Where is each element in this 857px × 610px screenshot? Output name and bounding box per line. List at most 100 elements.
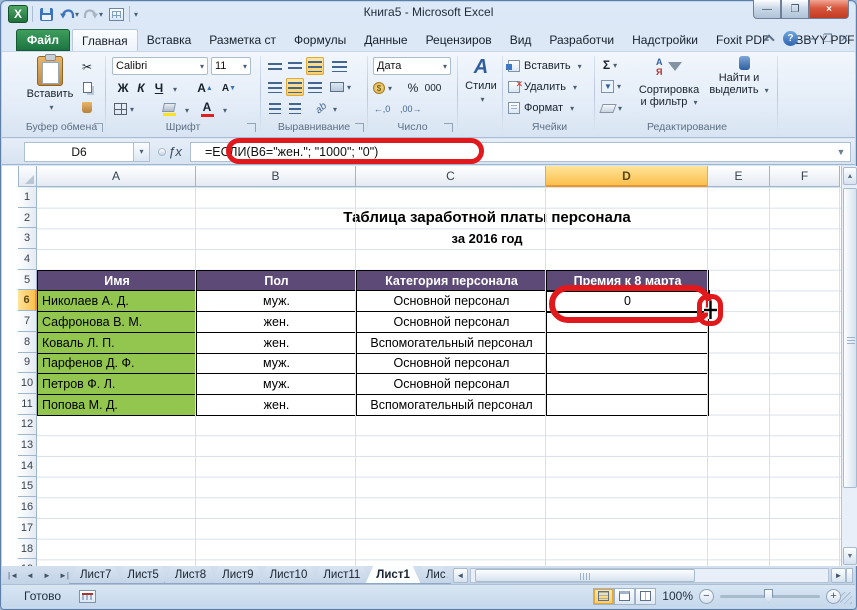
- first-sheet-icon[interactable]: |◄: [5, 568, 21, 583]
- sheet-tab-Лист8[interactable]: Лист8: [164, 566, 217, 584]
- horizontal-scrollbar[interactable]: ◄ ►: [453, 566, 855, 584]
- font-size-select[interactable]: 11▾: [211, 57, 251, 75]
- sheet-tab-Лист1[interactable]: Лист1: [365, 566, 421, 584]
- autosum-button[interactable]: Σ▾: [601, 56, 619, 74]
- page-layout-view-button[interactable]: [614, 588, 635, 605]
- minimize-button[interactable]: —: [753, 0, 781, 19]
- align-top-button[interactable]: [266, 57, 284, 75]
- align-right-button[interactable]: [306, 78, 324, 96]
- clipboard-dialog-launcher-icon[interactable]: [94, 123, 103, 132]
- alignment-dialog-launcher-icon[interactable]: [355, 123, 364, 132]
- find-select-button[interactable]: Найти ивыделить ▾: [707, 56, 771, 97]
- row-header-16[interactable]: 16: [18, 497, 37, 518]
- restore-button[interactable]: ❐: [781, 0, 809, 19]
- paste-dropdown-icon[interactable]: ▾: [49, 102, 53, 114]
- tab-1[interactable]: Главная: [72, 29, 138, 51]
- cell-name-row6[interactable]: Николаев А. Д.: [38, 291, 197, 312]
- row-header-5[interactable]: 5: [18, 270, 37, 291]
- cell-gender-row11[interactable]: жен.: [197, 395, 357, 416]
- align-bottom-button[interactable]: [306, 57, 324, 75]
- tab-6[interactable]: Рецензиров: [417, 29, 501, 51]
- tab-8[interactable]: Разработчи: [540, 29, 623, 51]
- cell-name-row9[interactable]: Парфенов Д. Ф.: [38, 354, 197, 375]
- cell-gender-row6[interactable]: муж.: [197, 291, 357, 312]
- workbook-close-icon[interactable]: ✕: [840, 32, 849, 45]
- cell-category-row6[interactable]: Основной персонал: [357, 291, 547, 312]
- cell-bonus-row7[interactable]: [547, 312, 709, 333]
- font-family-select[interactable]: Calibri▾: [112, 57, 208, 75]
- cell-name-row7[interactable]: Сафронова В. М.: [38, 312, 197, 333]
- close-button[interactable]: ×: [809, 0, 849, 19]
- sort-filter-button[interactable]: А Я Сортировкаи фильтр ▾: [635, 56, 703, 109]
- orientation-button[interactable]: ab: [308, 95, 333, 120]
- row-header-3[interactable]: 3: [18, 228, 37, 249]
- orientation-dropdown-icon[interactable]: ▾: [333, 105, 337, 114]
- help-icon[interactable]: ?: [783, 31, 798, 46]
- vertical-scroll-thumb[interactable]: [843, 188, 857, 488]
- formula-input[interactable]: =ЕСЛИ(B6="жен."; "1000"; "0") ▼: [190, 142, 851, 162]
- tab-split-handle[interactable]: [846, 568, 853, 583]
- last-sheet-icon[interactable]: ►|: [56, 568, 72, 583]
- cell-category-row11[interactable]: Вспомогательный персонал: [357, 395, 547, 416]
- normal-view-button[interactable]: [593, 588, 614, 605]
- row-header-8[interactable]: 8: [18, 332, 37, 353]
- styles-button[interactable]: А Стили ▾: [462, 56, 500, 106]
- grow-font-button[interactable]: А▲: [196, 79, 214, 97]
- cell-gender-row7[interactable]: жен.: [197, 312, 357, 333]
- scroll-right-icon[interactable]: ►: [831, 568, 846, 583]
- row-header-17[interactable]: 17: [18, 518, 37, 539]
- row-header-19[interactable]: 19: [18, 559, 37, 566]
- zoom-out-button[interactable]: −: [699, 589, 714, 604]
- cell-category-row8[interactable]: Вспомогательный персонал: [357, 333, 547, 354]
- row-header-10[interactable]: 10: [18, 373, 37, 394]
- shrink-font-button[interactable]: А▼: [220, 79, 238, 97]
- row-header-12[interactable]: 12: [18, 415, 37, 436]
- sheet-tab-Лист9[interactable]: Лист9: [211, 566, 264, 584]
- cell-gender-row8[interactable]: жен.: [197, 333, 357, 354]
- name-box-dropdown-icon[interactable]: ▾: [134, 142, 150, 162]
- row-header-9[interactable]: 9: [18, 353, 37, 374]
- row-header-2[interactable]: 2: [18, 208, 37, 229]
- row-header-13[interactable]: 13: [18, 435, 37, 456]
- fill-color-dropdown-icon[interactable]: ▾: [185, 106, 189, 115]
- italic-button[interactable]: К: [132, 79, 150, 97]
- percent-format-button[interactable]: %: [404, 79, 422, 97]
- comma-format-button[interactable]: 000: [424, 79, 442, 97]
- row-header-11[interactable]: 11: [18, 394, 37, 415]
- zoom-slider-track[interactable]: [720, 595, 820, 598]
- cell-category-row9[interactable]: Основной персонал: [357, 354, 547, 375]
- column-header-A[interactable]: A: [37, 166, 196, 187]
- cell-category-row10[interactable]: Основной персонал: [357, 374, 547, 395]
- paste-button[interactable]: Вставить ▾: [24, 56, 76, 114]
- column-header-E[interactable]: E: [708, 166, 770, 187]
- cell-gender-row9[interactable]: муж.: [197, 354, 357, 375]
- scroll-up-icon[interactable]: ▲: [843, 167, 857, 185]
- format-cells-button[interactable]: Формат▾: [508, 99, 574, 117]
- insert-cells-button[interactable]: Вставить▾: [508, 57, 582, 75]
- row-header-15[interactable]: 15: [18, 477, 37, 498]
- cell-name-row8[interactable]: Коваль Л. П.: [38, 333, 197, 354]
- cell-bonus-row11[interactable]: [547, 395, 709, 416]
- page-break-view-button[interactable]: [635, 588, 656, 605]
- format-painter-button[interactable]: [78, 98, 96, 116]
- zoom-level[interactable]: 100%: [662, 589, 693, 603]
- prev-sheet-icon[interactable]: ◄: [22, 568, 38, 583]
- cell-category-row7[interactable]: Основной персонал: [357, 312, 547, 333]
- align-left-button[interactable]: [266, 78, 284, 96]
- merge-center-button[interactable]: ▾: [330, 78, 351, 96]
- sheet-tab-Лист11[interactable]: Лист11: [312, 566, 371, 584]
- table-header-2[interactable]: Категория персонала: [357, 271, 547, 292]
- sheet-tab-Лист7[interactable]: Лист7: [69, 566, 122, 584]
- column-header-D[interactable]: D: [546, 166, 708, 187]
- cut-button[interactable]: ✂: [78, 58, 96, 76]
- sheet-tab-Лист-clipped[interactable]: Лист: [415, 566, 451, 584]
- resize-grip[interactable]: [840, 592, 852, 604]
- row-header-1[interactable]: 1: [18, 187, 37, 208]
- row-header-7[interactable]: 7: [18, 311, 37, 332]
- row-header-6[interactable]: 6: [18, 290, 37, 311]
- cell-bonus-row8[interactable]: [547, 333, 709, 354]
- sheet-tab-Лист5[interactable]: Лист5: [116, 566, 169, 584]
- insert-function-button[interactable]: ƒx: [168, 144, 182, 159]
- next-sheet-icon[interactable]: ►: [39, 568, 55, 583]
- select-all-corner[interactable]: [18, 166, 37, 187]
